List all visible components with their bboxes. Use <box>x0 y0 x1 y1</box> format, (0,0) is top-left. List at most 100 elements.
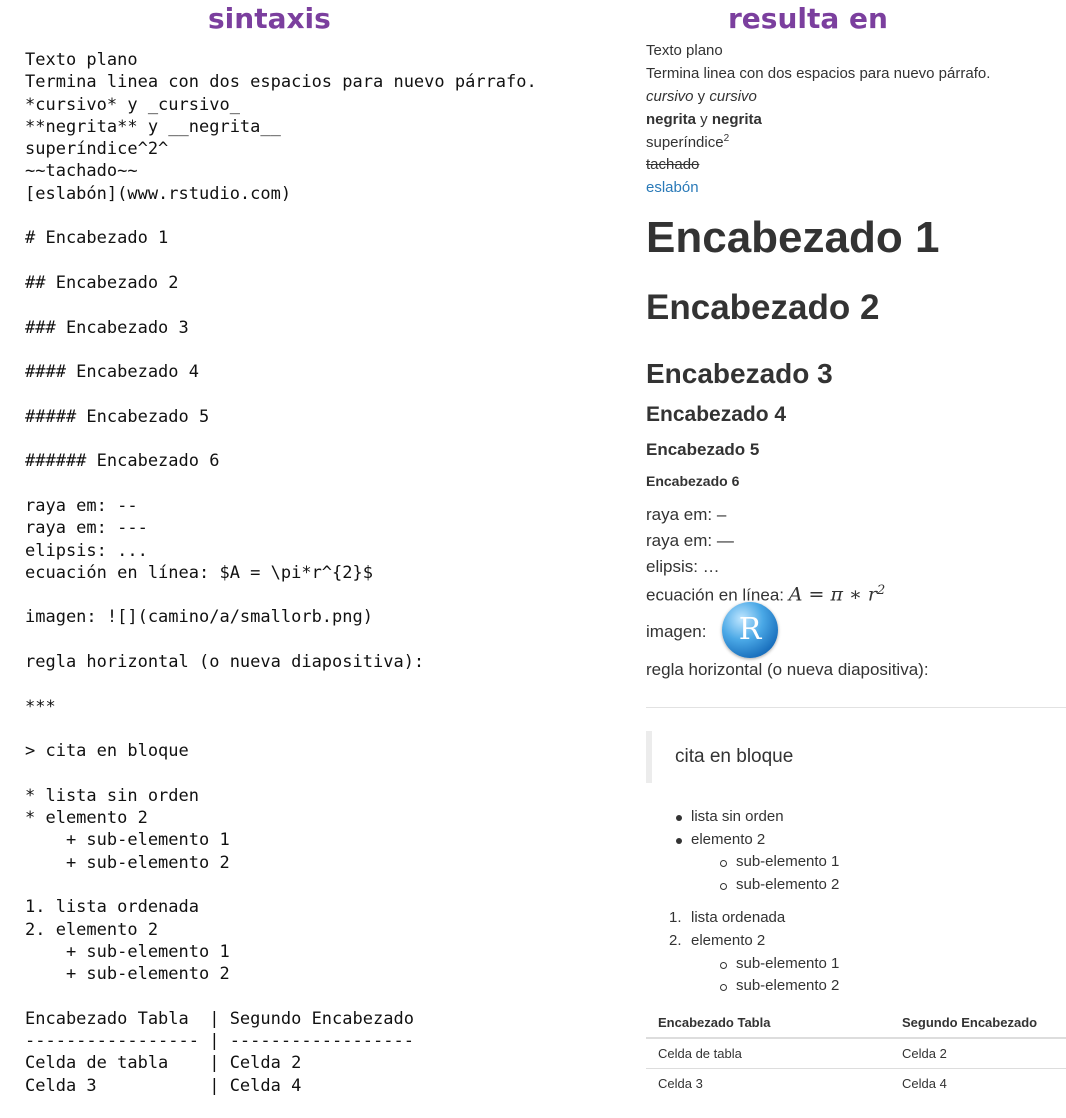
syntax-line: ~~tachado~~ <box>25 161 138 182</box>
table-cell: Celda 3 <box>658 1076 703 1091</box>
table-header-rule <box>646 1037 1066 1039</box>
syntax-line: ----------------- | ------------------ <box>25 1031 414 1052</box>
bold-example: negrita y negrita <box>646 111 762 129</box>
heading-3: Encabezado 3 <box>646 358 833 389</box>
italic-word: cursivo <box>646 88 694 105</box>
syntax-line <box>25 339 537 361</box>
sub-bullet-icon <box>720 860 727 867</box>
syntax-line: + sub-elemento 1 <box>25 830 230 851</box>
syntax-line: raya em: --- <box>25 518 148 539</box>
heading-5: Encabezado 5 <box>646 440 760 459</box>
ordered-sub-item: sub-elemento 1 <box>736 955 840 972</box>
sub-bullet-icon <box>720 883 727 890</box>
paragraph-text: Termina linea con dos espacios para nuev… <box>646 65 991 82</box>
table-header-cell: Segundo Encabezado <box>902 1015 1038 1030</box>
blockquote: cita en bloque <box>646 731 1066 783</box>
ordered-list-number: 1. <box>669 909 682 926</box>
ordered-list-item: elemento 2 <box>691 932 766 949</box>
syntax-line <box>25 428 537 450</box>
syntax-line: Termina linea con dos espacios para nuev… <box>25 72 537 93</box>
example-link[interactable]: eslabón <box>646 179 699 196</box>
syntax-line <box>25 985 537 1007</box>
table-cell: Celda de tabla <box>658 1046 742 1061</box>
syntax-line <box>25 383 537 405</box>
syntax-line: #### Encabezado 4 <box>25 362 199 383</box>
superscript-exponent: 2 <box>723 133 730 144</box>
syntax-line: [eslabón](www.rstudio.com) <box>25 183 292 204</box>
link-example: eslabón <box>646 179 699 197</box>
superscript-example: superíndice2 <box>646 134 729 152</box>
italic-example: cursivo y cursivo <box>646 88 757 106</box>
ordered-sub-item: sub-elemento 2 <box>736 977 840 994</box>
table-header-cell: Encabezado Tabla <box>658 1015 771 1030</box>
syntax-line: ecuación en línea: $A = \pi*r^{2}$ <box>25 562 373 583</box>
syntax-column-title: sintaxis <box>208 2 331 35</box>
syntax-line: **negrita** y __negrita__ <box>25 116 281 137</box>
syntax-line: Celda de tabla | Celda 2 <box>25 1053 302 1074</box>
plain-text: Texto plano <box>646 42 723 59</box>
table-row-rule <box>646 1068 1066 1069</box>
syntax-line: raya em: -- <box>25 495 138 516</box>
ordered-list-number: 2. <box>669 932 682 949</box>
syntax-line <box>25 718 537 740</box>
r-logo-icon: R <box>722 602 778 658</box>
syntax-line: *** <box>25 696 56 717</box>
syntax-line <box>25 629 537 651</box>
superscript-base: superíndice <box>646 134 724 151</box>
syntax-line <box>25 205 537 227</box>
syntax-line <box>25 294 537 316</box>
syntax-line: 2. elemento 2 <box>25 919 159 940</box>
syntax-line: regla horizontal (o nueva diapositiva): <box>25 652 425 673</box>
table-cell: Celda 4 <box>902 1076 947 1091</box>
unordered-list-item: elemento 2 <box>691 831 766 848</box>
sub-bullet-icon <box>720 962 727 969</box>
syntax-line: # Encabezado 1 <box>25 228 169 249</box>
syntax-line <box>25 673 537 695</box>
ordered-list-item: lista ordenada <box>691 909 786 926</box>
markdown-syntax-block: Texto plano Termina linea con dos espacio… <box>25 49 537 1097</box>
result-column-title: resulta en <box>728 2 888 35</box>
syntax-line: imagen: ![](camino/a/smallorb.png) <box>25 607 373 628</box>
syntax-line: + sub-elemento 1 <box>25 941 230 962</box>
blockquote-text: cita en bloque <box>675 746 794 767</box>
bold-word: negrita <box>646 111 697 128</box>
syntax-line: Celda 3 | Celda 4 <box>25 1075 302 1096</box>
syntax-line <box>25 584 537 606</box>
horizontal-rule <box>646 707 1066 708</box>
italic-word: cursivo <box>709 88 757 105</box>
heading-1: Encabezado 1 <box>646 213 940 262</box>
r-logo-letter: R <box>738 612 762 647</box>
unordered-sub-item: sub-elemento 2 <box>736 876 840 893</box>
syntax-line: superíndice^2^ <box>25 139 169 160</box>
bullet-icon <box>676 815 682 821</box>
heading-2: Encabezado 2 <box>646 288 880 327</box>
syntax-line: ###### Encabezado 6 <box>25 451 220 472</box>
italic-join: y <box>693 88 710 105</box>
heading-4: Encabezado 4 <box>646 403 787 426</box>
syntax-line: + sub-elemento 2 <box>25 852 230 873</box>
strikethrough-example: tachado <box>646 156 699 174</box>
em-dash-example: raya em: — <box>646 531 734 550</box>
syntax-line <box>25 250 537 272</box>
bullet-icon <box>676 838 682 844</box>
strikethrough-text: tachado <box>646 156 700 173</box>
syntax-line: * elemento 2 <box>25 808 148 829</box>
syntax-line: + sub-elemento 2 <box>25 964 230 985</box>
unordered-sub-item: sub-elemento 1 <box>736 853 840 870</box>
syntax-line: > cita en bloque <box>25 741 189 762</box>
image-label: imagen: <box>646 622 707 641</box>
syntax-line: ## Encabezado 2 <box>25 272 179 293</box>
syntax-line <box>25 763 537 785</box>
syntax-line: elipsis: ... <box>25 540 148 561</box>
syntax-line: *cursivo* y _cursivo_ <box>25 94 240 115</box>
ellipsis-example: elipsis: … <box>646 557 720 576</box>
unordered-list-item: lista sin orden <box>691 808 784 825</box>
horizontal-rule-label: regla horizontal (o nueva diapositiva): <box>646 660 929 679</box>
syntax-line <box>25 874 537 896</box>
bold-word: negrita <box>711 111 762 128</box>
syntax-line <box>25 473 537 495</box>
en-dash-example: raya em: – <box>646 505 727 524</box>
syntax-line: ##### Encabezado 5 <box>25 406 210 427</box>
sub-bullet-icon <box>720 984 727 991</box>
syntax-line: ### Encabezado 3 <box>25 317 189 338</box>
